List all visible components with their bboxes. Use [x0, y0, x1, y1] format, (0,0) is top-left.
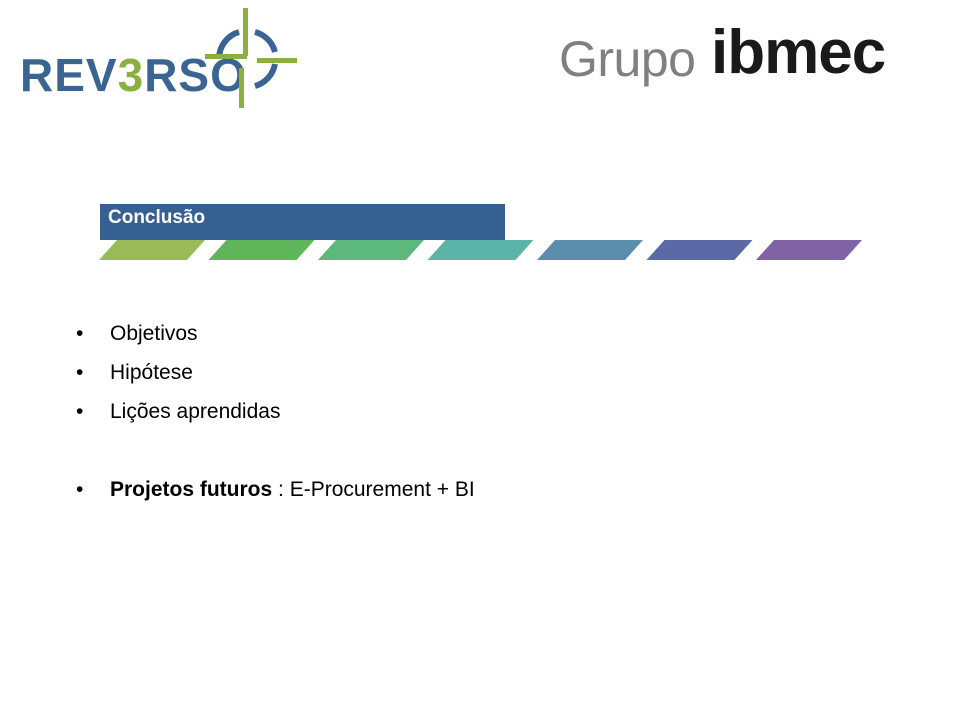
bullet-bold-label: Projetos futuros — [110, 478, 273, 501]
grupo-ibmec-logo: Grupo ibmec — [555, 12, 915, 102]
bullet-rest-text: : E-Procurement + BI — [272, 478, 475, 501]
section-title: Conclusão — [108, 207, 206, 228]
bullet-text: Objetivos — [110, 322, 198, 345]
logo-text-three: 3 — [117, 49, 145, 101]
progress-step-2 — [208, 240, 315, 260]
crosshair-icon — [205, 8, 297, 108]
progress-step-4 — [427, 240, 534, 260]
bullet-text: Hipótese — [110, 361, 193, 384]
progress-steps — [99, 240, 862, 260]
logo-text-ibmec: ibmec — [711, 18, 886, 87]
bullet-dot: • — [76, 478, 84, 501]
progress-step-6 — [646, 240, 753, 260]
bullet-dot: • — [76, 400, 84, 423]
bullet-text: Lições aprendidas — [110, 400, 281, 423]
rev3rso-logo: REV3RSO — [0, 0, 310, 120]
progress-step-7 — [756, 240, 862, 260]
logo-text-rev: REV — [20, 49, 118, 101]
logo-text-grupo: Grupo — [559, 31, 696, 87]
bullet-dot: • — [76, 361, 84, 384]
progress-step-3 — [318, 240, 424, 260]
bullet-text: Projetos futuros : E-Procurement + BI — [110, 478, 475, 502]
section-title-bar: Conclusão — [100, 204, 505, 240]
progress-step-1 — [99, 240, 205, 260]
bullet-dot: • — [76, 322, 84, 345]
progress-step-5 — [537, 240, 643, 260]
